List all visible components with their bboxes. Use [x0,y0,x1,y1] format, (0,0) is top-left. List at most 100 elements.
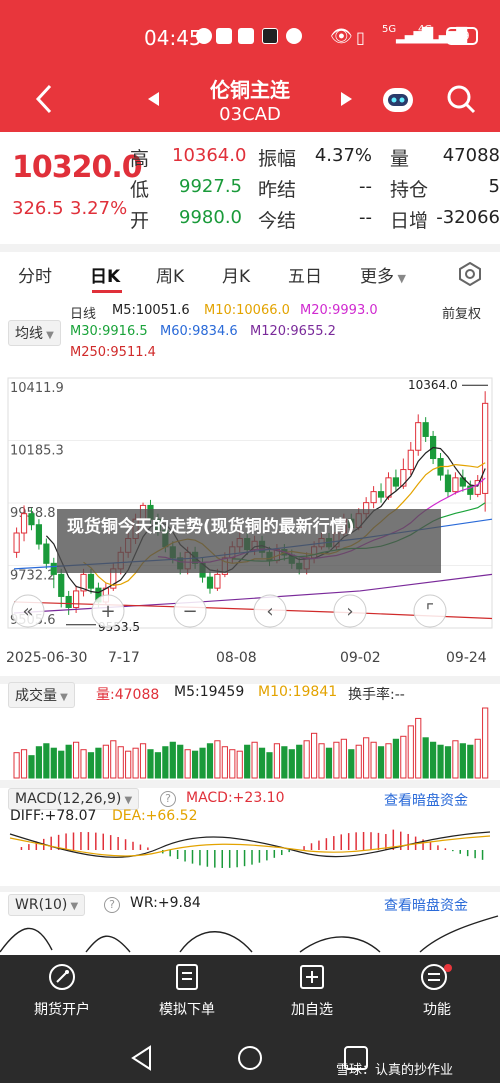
status-bar: 04:45 👁 ▯ 5G ▂▄▆█ 4G ▂▄▆█ 89 [0,0,500,68]
volume-bar [266,752,273,779]
kline-chart[interactable]: 均线 ▼ 日线 M5:10051.6 M10:10066.0 M20:9993.… [0,296,500,676]
indicator-select[interactable]: 均线 ▼ [8,320,61,346]
quote-label: 开 [130,210,150,232]
ma20-legend: M20:9993.0 [300,303,378,318]
volume-bar [437,744,444,779]
robot-assistant-icon[interactable] [380,82,416,116]
volume-bar [392,738,400,779]
nav-label: 功能 [423,1002,451,1018]
volume-bar [87,752,95,779]
wr-select[interactable]: WR(10) ▼ [8,894,86,916]
quote-value: 47088 [442,145,500,166]
volume-bar [400,735,407,779]
candle [377,491,385,498]
volume-bar [192,750,199,779]
volume-m5: M5:19459 [174,684,245,700]
volume-bar [340,738,347,779]
prev-contract-icon[interactable] [148,92,160,106]
candle [65,595,72,608]
nav-add-favorite[interactable]: 加自选 [262,963,362,1019]
tab-monthly[interactable]: 月K [222,262,250,287]
volume-bar [370,741,377,779]
candle [370,491,377,504]
candle [392,477,400,487]
nav-futures-account[interactable]: 期货开户 [12,963,112,1019]
chart-settings-icon[interactable] [458,262,482,286]
volume-bar [35,746,43,779]
volume-bar [199,747,206,779]
volume-bar [162,746,169,779]
contract-code: 03CAD [219,104,281,125]
article-title-overlay: 现货铜今天的走势(现货铜的最新行情) [57,509,441,573]
help-icon[interactable]: ? [160,791,176,807]
candle [415,422,422,451]
futures-icon [49,964,75,990]
wr-panel: WR(10) ▼ ? WR:+9.84 查看暗盘资金 [0,892,500,955]
tab-daily[interactable]: 日K [90,262,120,287]
candle [214,573,221,589]
tab-more[interactable]: 更多 ▼ [360,262,406,287]
candle [20,513,28,534]
volume-bar [58,750,65,779]
volume-bar [221,746,228,779]
back-icon[interactable] [34,84,54,114]
tab-weekly[interactable]: 周K [156,262,184,287]
volume-bar [214,740,221,779]
quote-value: 9927.5 [179,176,242,197]
chevron-down-icon: ▼ [121,795,133,806]
high-price-label: 10364.0 [408,378,458,392]
ma250-legend: M250:9511.4 [70,345,156,360]
divider [0,676,500,684]
bottom-nav: 期货开户 模拟下单 加自选 功能 [0,955,500,1035]
volume-bar [139,743,147,779]
tab-five-day[interactable]: 五日 [288,262,322,287]
chevron-down-icon: ▼ [394,272,406,285]
system-nav-bar: 雪球：认真的抄作业 [0,1035,500,1083]
volume-bar [73,741,80,779]
x-tick-label: 2025-06-30 [6,650,87,666]
price-change-pct: 3.27% [70,198,128,219]
volume-bar [251,741,258,779]
volume-bar [467,744,474,779]
system-back-icon[interactable] [130,1045,154,1071]
help-icon[interactable]: ? [104,897,120,913]
chevron-down-icon: ▼ [43,330,54,341]
nav-functions[interactable]: 功能 [387,963,487,1019]
candle [452,477,459,493]
quote-label: 量 [390,148,410,170]
quote-label: 低 [130,179,150,201]
volume-bar [318,743,325,779]
app-notification-icon [286,28,302,44]
volume-bar [296,744,303,779]
tab-minute[interactable]: 分时 [18,262,52,287]
macd-dark-pool-link[interactable]: 查看暗盘资金 [384,790,468,810]
candle [43,543,50,564]
volume-bar [281,746,288,779]
zoom-out-button-glyph: « [22,601,33,622]
header: 伦铜主连 03CAD [0,68,500,132]
volume-bar [258,747,266,779]
macd-select[interactable]: MACD(12,26,9) ▼ [8,788,140,810]
search-icon[interactable] [446,84,476,114]
active-tab-indicator [92,290,122,293]
volume-bar [50,747,57,779]
volume-bar [422,737,429,779]
wr-value: WR:+9.84 [130,895,201,911]
volume-panel: 成交量 ▼ 量:47088 M5:19459 M10:19841 换手率:-- [0,682,500,784]
volume-bar [28,755,35,779]
volume-bar [325,747,333,779]
next-contract-icon[interactable] [340,92,352,106]
volume-bar [13,752,20,779]
volume-bar [288,749,295,779]
macd-select-value: MACD(12,26,9) [15,791,122,807]
quote-value: 5 [488,176,500,197]
nav-simulate-order[interactable]: 模拟下单 [137,963,237,1019]
indicator-select-value: 均线 [15,326,43,342]
system-home-icon[interactable] [237,1045,263,1071]
quote-value: 10364.0 [172,145,247,166]
function-icon [421,964,452,990]
simulate-icon [176,964,198,990]
adjust-label[interactable]: 前复权 [442,303,481,322]
wr-dark-pool-link[interactable]: 查看暗盘资金 [384,895,468,915]
volume-bar [169,741,176,779]
